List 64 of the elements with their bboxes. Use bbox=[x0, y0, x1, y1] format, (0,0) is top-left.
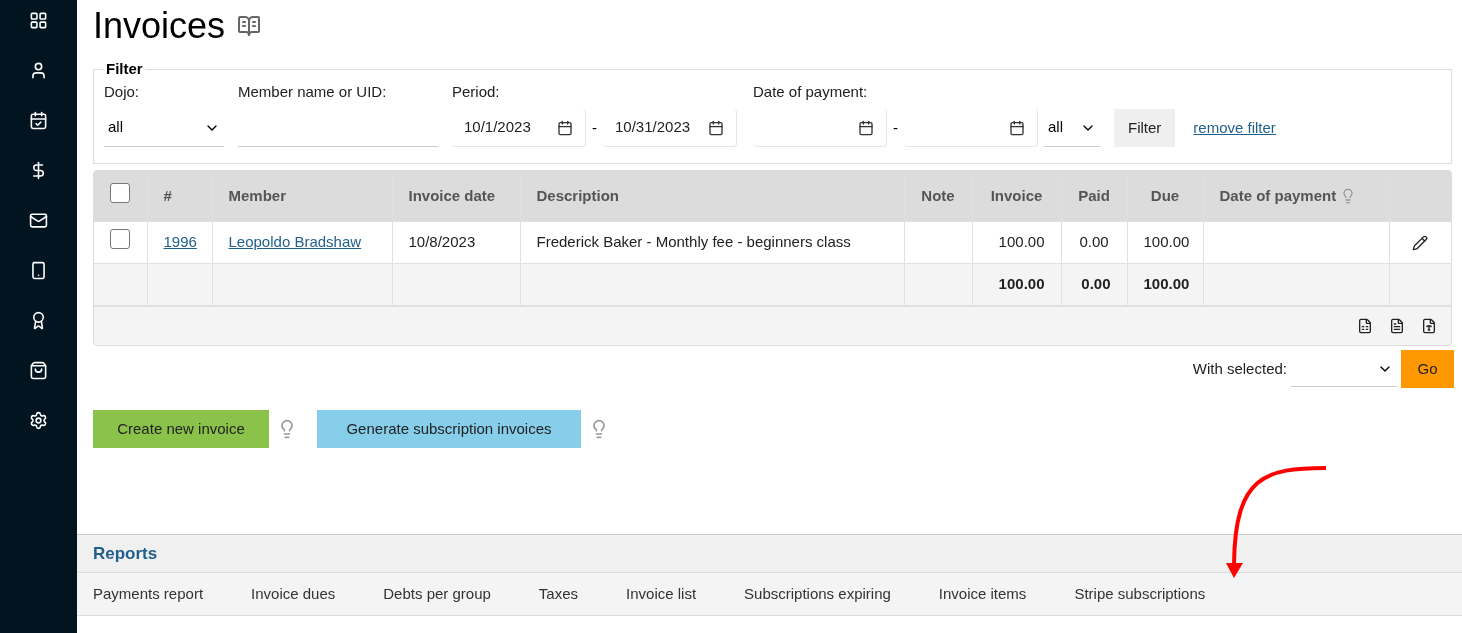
column-header: Invoice date bbox=[408, 186, 496, 204]
report-link[interactable]: Debts per group bbox=[383, 582, 491, 606]
range-separator: - bbox=[592, 117, 597, 138]
reports-title: Reports bbox=[93, 542, 158, 565]
pdf-export-icon[interactable] bbox=[1389, 318, 1405, 334]
manual-icon[interactable] bbox=[237, 14, 262, 38]
column-header: Date of payment bbox=[1219, 185, 1337, 206]
column-header: Invoice bbox=[990, 186, 1043, 204]
dashboard-icon[interactable] bbox=[29, 11, 48, 30]
column-header: Note bbox=[921, 186, 955, 204]
calendar-icon bbox=[1009, 119, 1025, 136]
checkbox[interactable] bbox=[110, 228, 130, 249]
csv-export-icon[interactable] bbox=[1421, 318, 1437, 334]
user-icon[interactable] bbox=[29, 61, 48, 80]
with-selected-label: With selected: bbox=[1192, 358, 1287, 379]
report-link[interactable]: Invoice items bbox=[938, 582, 1027, 606]
report-link[interactable]: Payments report bbox=[93, 582, 204, 606]
table-cell: 100.00 bbox=[1143, 232, 1190, 250]
edit-icon[interactable] bbox=[1412, 234, 1429, 251]
table-cell: 10/8/2023 bbox=[408, 232, 476, 250]
table-cell: Frederick Baker - Monthly fee - beginners class bbox=[536, 232, 851, 250]
action-button[interactable]: Create new invoice bbox=[93, 410, 269, 448]
go-button[interactable]: Go bbox=[1401, 350, 1454, 388]
excel-export-icon[interactable] bbox=[1357, 318, 1373, 334]
column-header: Description bbox=[536, 186, 619, 204]
column-header: # bbox=[163, 186, 172, 204]
total-cell: 0.00 bbox=[1081, 275, 1111, 292]
report-link[interactable]: Subscriptions expiring bbox=[744, 582, 891, 606]
calendar-icon bbox=[858, 119, 874, 136]
field-label: Member name or UID: bbox=[238, 81, 388, 102]
dojo-select[interactable]: all bbox=[104, 109, 224, 147]
column-header: Due bbox=[1150, 186, 1180, 204]
calendar-icon bbox=[557, 119, 573, 136]
filter-button[interactable]: Filter bbox=[1114, 109, 1176, 147]
calendar-check-icon[interactable] bbox=[29, 111, 48, 130]
report-link[interactable]: Taxes bbox=[538, 582, 579, 606]
calendar-icon bbox=[708, 119, 724, 136]
report-link[interactable]: Stripe subscriptions bbox=[1074, 582, 1206, 606]
column-header: Paid bbox=[1078, 186, 1110, 204]
report-link[interactable]: Invoice dues bbox=[251, 582, 336, 606]
member-link[interactable]: Leopoldo Bradshaw bbox=[228, 232, 362, 250]
status-select[interactable]: all bbox=[1044, 109, 1100, 147]
settings-icon[interactable] bbox=[29, 411, 48, 430]
report-link[interactable]: Invoice list bbox=[626, 582, 697, 606]
remove-filter-link[interactable]: remove filter bbox=[1193, 109, 1276, 147]
table-cell: 0.00 bbox=[1079, 232, 1109, 250]
field-label: Period: bbox=[452, 81, 501, 102]
action-button[interactable]: Generate subscription invoices bbox=[317, 410, 581, 448]
field-label: Date of payment: bbox=[753, 81, 869, 102]
range-separator: - bbox=[893, 117, 898, 138]
date-field[interactable]: 10/31/2023 bbox=[603, 109, 737, 147]
field-label: Dojo: bbox=[104, 81, 141, 102]
total-cell: 100.00 bbox=[1143, 275, 1190, 292]
filter-legend: Filter bbox=[104, 58, 145, 81]
bag-icon[interactable] bbox=[29, 361, 48, 380]
total-cell: 100.00 bbox=[998, 275, 1045, 292]
page-title: Invoices bbox=[93, 4, 226, 48]
date-field[interactable]: 10/1/2023 bbox=[452, 109, 586, 147]
mail-icon[interactable] bbox=[29, 211, 48, 230]
column-header: Member bbox=[228, 186, 287, 204]
phone-icon[interactable] bbox=[29, 261, 48, 280]
invoice-number-link[interactable]: 1996 bbox=[163, 232, 197, 250]
table-cell: 100.00 bbox=[998, 232, 1045, 250]
checkbox[interactable] bbox=[110, 182, 130, 203]
